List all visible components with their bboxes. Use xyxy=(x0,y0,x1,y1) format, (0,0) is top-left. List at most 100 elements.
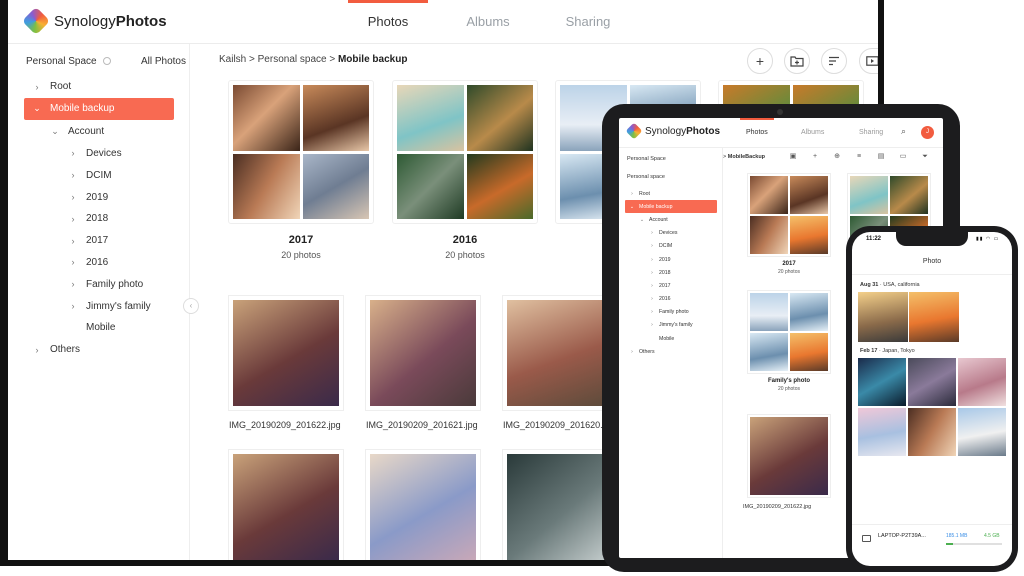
sidebar-item[interactable]: ⌄ Mobile backup xyxy=(625,200,717,214)
slideshow-button[interactable]: ▭ xyxy=(897,151,909,163)
info-button[interactable]: ▤ xyxy=(875,151,887,163)
sidebar-item-label: Root xyxy=(639,190,650,197)
photo-thumbnail[interactable] xyxy=(365,295,481,411)
album-card[interactable]: 2017 20 photos xyxy=(747,173,831,275)
photo-filename: IMG_20190209_201622.jpg xyxy=(743,504,812,510)
add-folder-icon xyxy=(790,56,804,67)
sidebar-item-label: Account xyxy=(68,126,105,138)
sidebar-item[interactable]: ⌄ Account xyxy=(24,121,174,143)
sidebar-item[interactable]: › 2019 xyxy=(24,186,174,208)
photo-thumbnail[interactable] xyxy=(958,408,1006,456)
space-selector[interactable]: Personal Space xyxy=(26,56,111,67)
sidebar-item[interactable]: › 2016 xyxy=(24,252,174,274)
chevron-right-icon: › xyxy=(71,170,75,181)
photo-thumbnail[interactable] xyxy=(909,292,959,342)
slideshow-button[interactable] xyxy=(859,48,878,74)
sort-button[interactable] xyxy=(821,48,847,74)
search-icon[interactable]: ⌕ xyxy=(901,126,906,137)
tab-sharing[interactable]: Sharing xyxy=(538,0,638,44)
sidebar-item[interactable]: › 2019 xyxy=(625,253,717,266)
sidebar-item[interactable]: ⌄ Account xyxy=(625,213,717,226)
chevron-right-icon: › xyxy=(651,269,653,276)
sidebar-item-label: 2017 xyxy=(659,282,671,289)
sidebar-item-label: Mobile xyxy=(86,322,116,334)
tab-albums[interactable]: Albums xyxy=(438,0,538,44)
plus-icon: + xyxy=(755,53,765,69)
folder-tree: › Root ⌄ Mobile backup ⌄ Account › Devices › DCIM… xyxy=(625,187,717,358)
photo-thumbnail[interactable] xyxy=(858,358,906,406)
photo-thumbnail[interactable] xyxy=(228,295,344,411)
all-photos-link[interactable]: All Photos xyxy=(141,56,186,67)
sidebar-item[interactable]: Mobile xyxy=(24,317,174,339)
add-button[interactable]: + xyxy=(809,151,821,163)
photo-thumbnail[interactable] xyxy=(908,358,956,406)
logo-text: SynologyPhotos xyxy=(54,12,167,30)
photo-thumbnail[interactable] xyxy=(502,295,618,411)
sidebar-item[interactable]: › Others xyxy=(24,339,174,361)
divider xyxy=(852,274,1012,275)
album-count: 20 photos xyxy=(778,386,800,392)
chevron-right-icon: › xyxy=(71,301,75,312)
album-card[interactable]: Family's photo 20 photos xyxy=(747,290,831,392)
album-name: 2017 xyxy=(288,234,314,246)
desktop-nav-tabs: Photos Albums Sharing xyxy=(338,0,638,44)
sidebar-header: Personal Space All Photos xyxy=(26,56,186,67)
sidebar-item-label: 2017 xyxy=(86,235,109,247)
sidebar-item-label: 2018 xyxy=(86,213,109,225)
collapse-sidebar-button[interactable]: ‹ xyxy=(183,298,199,314)
slideshow-icon xyxy=(865,56,878,66)
sidebar-item[interactable]: › DCIM xyxy=(625,240,717,253)
sidebar-item[interactable]: › Devices xyxy=(24,143,174,165)
tab-sharing[interactable]: Sharing xyxy=(859,118,883,148)
status-time: 11:22 xyxy=(866,236,882,242)
filter-button[interactable]: ⏷ xyxy=(919,151,931,163)
chevron-right-icon: › xyxy=(71,279,75,290)
sidebar-item[interactable]: › Family photo xyxy=(24,273,174,295)
album-card[interactable]: 2017 20 photos xyxy=(228,80,374,260)
backup-status-bar[interactable]: LAPTOP-P2T39A... 185.1 MB 4.5 GB xyxy=(852,524,1012,554)
photo-thumbnail[interactable] xyxy=(858,408,906,456)
album-cover xyxy=(747,290,831,374)
add-button[interactable]: + xyxy=(747,48,773,74)
space-selector[interactable]: Personal Space xyxy=(627,156,666,162)
sidebar-item[interactable]: › 2017 xyxy=(625,279,717,292)
chevron-down-icon: ⌄ xyxy=(629,203,635,210)
sidebar-item[interactable]: › DCIM xyxy=(24,164,174,186)
tablet-logo[interactable]: SynologyPhotos xyxy=(625,122,720,140)
album-cover xyxy=(228,80,374,224)
add-folder-button[interactable]: ⊕ xyxy=(831,151,843,163)
sidebar-item[interactable]: › 2017 xyxy=(24,230,174,252)
tab-photos[interactable]: Photos xyxy=(740,118,774,148)
sidebar-item-label: Mobile backup xyxy=(639,203,673,210)
photo-thumbnail[interactable] xyxy=(958,358,1006,406)
photo-thumbnail[interactable] xyxy=(747,414,831,498)
photo-thumbnail[interactable] xyxy=(908,408,956,456)
album-card[interactable]: 2016 20 photos xyxy=(392,80,538,260)
add-folder-button[interactable] xyxy=(784,48,810,74)
sidebar-item[interactable]: › Others xyxy=(625,345,717,358)
photo-thumbnail[interactable] xyxy=(365,449,481,560)
sidebar-item[interactable]: › 2016 xyxy=(625,293,717,306)
tab-photos[interactable]: Photos xyxy=(338,0,438,44)
avatar[interactable]: J xyxy=(921,126,934,139)
sidebar-item[interactable]: Mobile xyxy=(625,332,717,345)
sidebar-item[interactable]: ⌄ Mobile backup xyxy=(24,97,174,120)
select-button[interactable]: ▣ xyxy=(787,151,799,163)
sidebar-item[interactable]: › Root xyxy=(24,76,174,98)
sidebar-item[interactable]: › 2018 xyxy=(625,266,717,279)
sidebar-item[interactable]: › 2018 xyxy=(24,208,174,230)
sidebar-item-label: Others xyxy=(639,348,655,355)
sidebar-item[interactable]: › Jimmy's family xyxy=(24,295,174,317)
sort-button[interactable]: ≡ xyxy=(853,151,865,163)
album-thumbnail xyxy=(790,176,828,214)
sidebar-item[interactable]: › Root xyxy=(625,187,717,200)
tab-albums[interactable]: Albums xyxy=(801,118,824,148)
sidebar-item[interactable]: › Jimmy's family xyxy=(625,319,717,332)
photo-thumbnail[interactable] xyxy=(858,292,908,342)
album-name: 2016 xyxy=(452,234,478,246)
sidebar-item[interactable]: › Family photo xyxy=(625,306,717,319)
synology-photos-logo[interactable]: SynologyPhotos xyxy=(21,6,167,36)
photo-thumbnail[interactable] xyxy=(228,449,344,560)
photo-thumbnail[interactable] xyxy=(502,449,618,560)
sidebar-item[interactable]: › Devices xyxy=(625,227,717,240)
